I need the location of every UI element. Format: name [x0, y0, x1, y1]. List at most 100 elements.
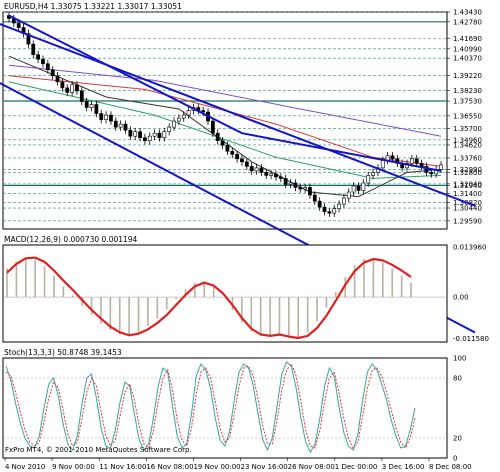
- candle-body: [186, 110, 191, 116]
- candle-body: [332, 208, 337, 214]
- candle-body: [65, 87, 70, 93]
- candle-body: [351, 185, 356, 193]
- price-tick-label: 1.38230: [453, 87, 482, 95]
- time-tick-label: 23 Nov 16:00: [241, 463, 288, 471]
- candle-body: [75, 84, 79, 92]
- price-tick-label: 1.41690: [453, 35, 482, 43]
- candle-body: [274, 173, 278, 178]
- time-tick-label: 9 Nov 00:00: [52, 463, 95, 471]
- candle-body: [361, 182, 366, 191]
- candle-body: [99, 113, 104, 120]
- candle-body: [45, 63, 50, 71]
- candle-body: [89, 104, 94, 108]
- candle-body: [147, 135, 152, 142]
- macd-panel: 0.013960 0.00 -0.011580: [2, 243, 489, 343]
- candle-body: [269, 173, 274, 176]
- candle-body: [293, 182, 298, 188]
- stochastic-axis-label: 100: [453, 355, 466, 363]
- stochastic-plot-frame: [2, 357, 448, 459]
- time-tick-label: 3 Dec 16:00: [382, 463, 425, 471]
- candle-body: [210, 120, 215, 134]
- candle-body: [327, 211, 332, 214]
- candle-body: [143, 137, 147, 142]
- candle-body: [264, 172, 269, 176]
- price-tick-label: 1.35700: [453, 125, 482, 133]
- candle-body: [225, 144, 230, 152]
- macd-axis-label: -0.011580: [453, 335, 489, 343]
- candle-body: [278, 176, 283, 179]
- chart-canvas: 1.434301.42780 1.41690 1.40990 1.40370 1.392…: [0, 0, 500, 472]
- candle-body: [181, 114, 186, 119]
- candle-body: [390, 155, 395, 160]
- candle-body: [230, 150, 235, 155]
- price-tick-label: 1.31940: [453, 182, 482, 190]
- candle-body: [283, 178, 288, 185]
- forex-chart: 1.43430 1.42780 1.41690 1.40990 1.40370 1.392…: [0, 0, 500, 472]
- candle-body: [128, 129, 133, 137]
- candle-body: [16, 22, 21, 28]
- candle-body: [118, 123, 123, 128]
- candle-body: [31, 43, 36, 56]
- price-tick-label: 1.30440: [453, 205, 482, 213]
- candle-body: [138, 131, 142, 139]
- time-tick-label: 1 Dec 00:00: [335, 463, 378, 471]
- candle-body: [254, 167, 259, 172]
- candle-body: [439, 164, 443, 170]
- candle-body: [419, 163, 424, 167]
- stochastic-axis-label: 80: [453, 375, 462, 383]
- price-tick-label: 1.37530: [453, 98, 482, 106]
- candle-body: [298, 187, 303, 190]
- candle-body: [79, 90, 84, 102]
- candle-body: [366, 175, 371, 184]
- candle-body: [50, 69, 55, 77]
- time-tick-label: 19 Nov 00:00: [193, 463, 240, 471]
- price-tick-label: 1.31400: [453, 190, 482, 198]
- candle-body: [308, 187, 312, 196]
- time-tick-label: 8 Dec 08:00: [429, 463, 472, 471]
- candle-body: [123, 123, 128, 131]
- candle-body: [215, 132, 220, 142]
- stochastic-panel-title: Stoch(13,3,3) 50.8748 39.1453: [4, 348, 122, 357]
- price-tick-label: 1.29590: [453, 217, 482, 225]
- price-tick-label: 1.40370: [453, 55, 482, 63]
- price-panel-title: EURUSD,H4 1.33075 1.33221 1.33017 1.3305…: [4, 2, 182, 11]
- candle-body: [409, 158, 414, 164]
- price-tick-label: 1.33760: [453, 154, 482, 162]
- candle-body: [317, 200, 322, 208]
- candle-body: [84, 101, 89, 108]
- price-tick-label: 1.43430: [453, 9, 482, 17]
- candle-body: [235, 154, 240, 160]
- candle-body: [414, 158, 419, 164]
- candle-body: [133, 131, 138, 137]
- candle-body: [429, 172, 434, 175]
- candle-body: [172, 120, 176, 128]
- candle-body: [152, 132, 157, 137]
- candle-body: [94, 104, 99, 114]
- candle-body: [162, 131, 167, 139]
- price-tick-label: 1.39220: [453, 72, 482, 80]
- stochastic-axis-label: 20: [453, 435, 462, 443]
- candle-body: [201, 110, 206, 113]
- candle-body: [312, 194, 317, 202]
- candle-body: [244, 161, 249, 167]
- candle-body: [259, 167, 264, 173]
- candle-body: [176, 117, 181, 122]
- candle-body: [113, 120, 118, 128]
- price-tick-label: 1.34620: [453, 141, 482, 149]
- macd-axis-label: 0.013960: [453, 243, 486, 251]
- copyright-text: FxPro MT4, © 2001-2010 MetaQuotes Softwa…: [5, 446, 192, 454]
- time-tick-label: 4 Nov 2010: [5, 463, 45, 471]
- candle-body: [41, 58, 45, 65]
- candle-body: [346, 191, 351, 199]
- candle-body: [322, 206, 327, 212]
- candle-body: [303, 187, 307, 190]
- candle-body: [220, 140, 225, 146]
- candle-body: [55, 75, 60, 83]
- candle-body: [60, 81, 65, 89]
- macd-panel-title: MACD(12,26,9) 0.000730 0.001194: [4, 235, 138, 244]
- candle-body: [371, 172, 375, 176]
- time-tick-label: 26 Nov 08:00: [288, 463, 335, 471]
- time-tick-label: 16 Nov 08:00: [146, 463, 193, 471]
- price-tick-label: 1.42780: [453, 18, 482, 26]
- candle-body: [109, 114, 113, 122]
